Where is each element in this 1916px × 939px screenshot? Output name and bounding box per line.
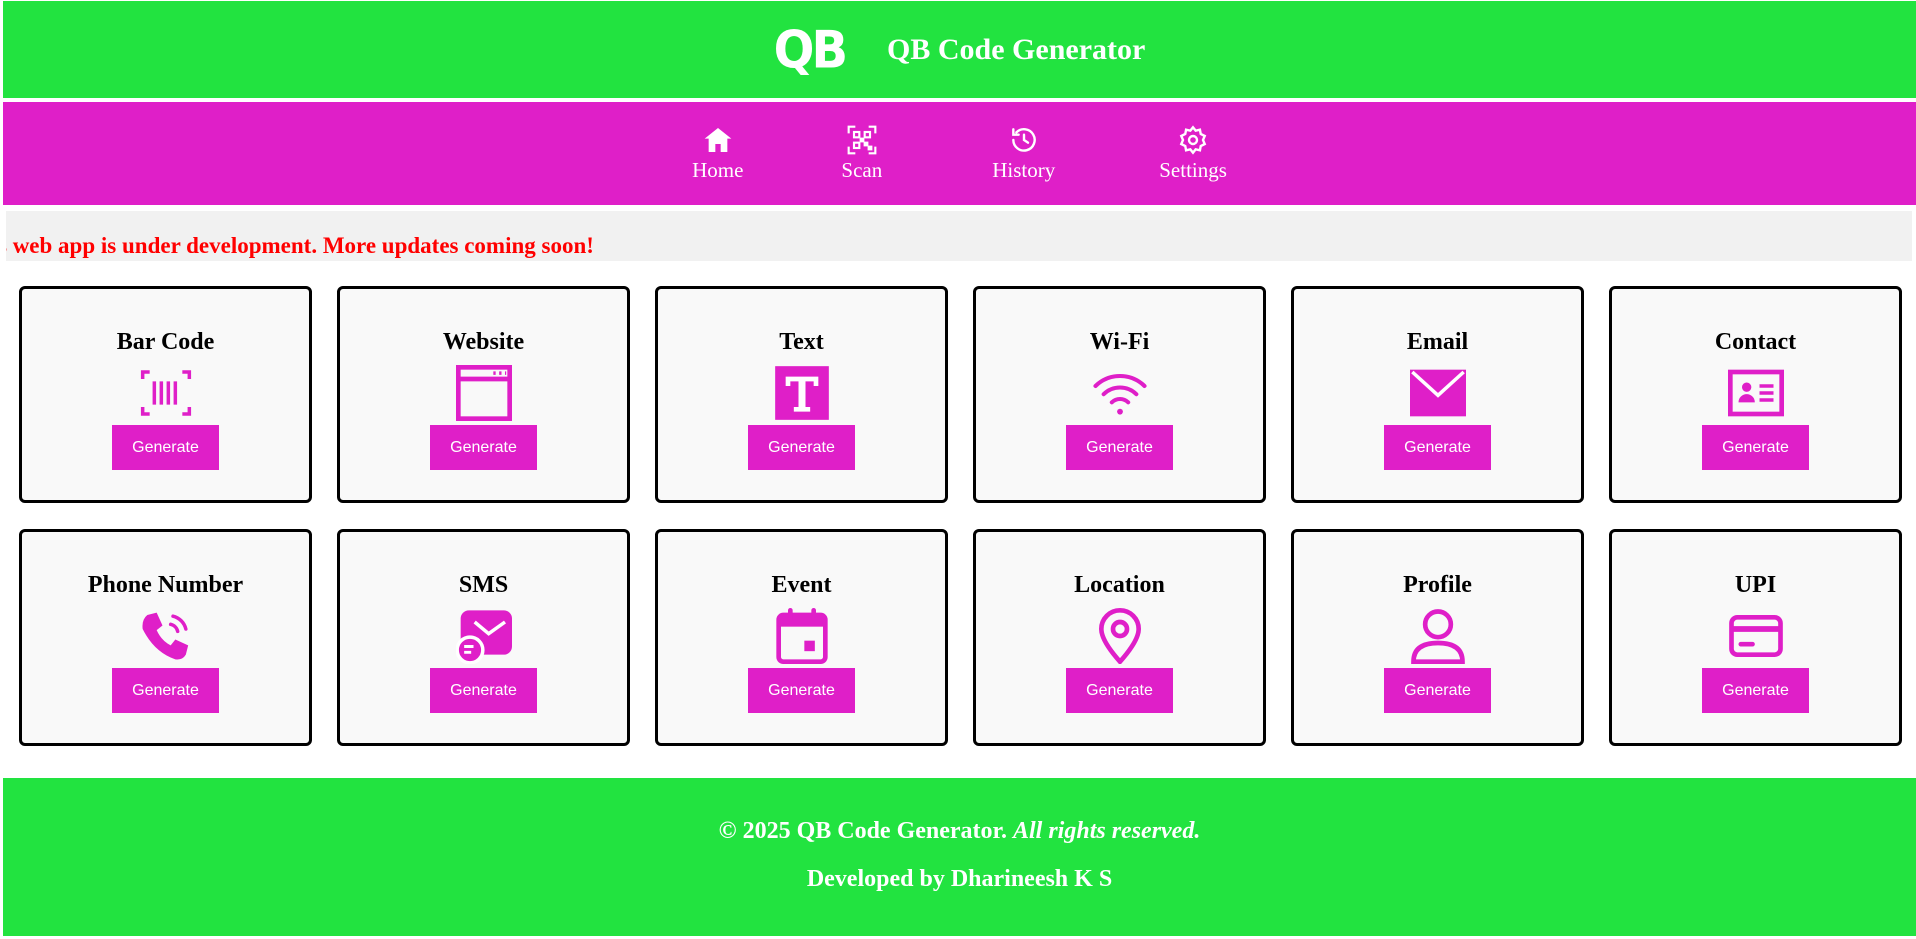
card-event: Event Generate (655, 529, 948, 746)
generate-contact-button[interactable]: Generate (1702, 425, 1809, 470)
card-contact: Contact Generate (1609, 286, 1902, 503)
generate-location-button[interactable]: Generate (1066, 668, 1173, 713)
card-text: Text Generate (655, 286, 948, 503)
footer-copyright: © 2025 QB Code Generator. (718, 818, 1007, 844)
credit-card-icon (1728, 608, 1784, 664)
text-icon (774, 365, 830, 421)
generate-sms-button[interactable]: Generate (430, 668, 537, 713)
card-title: Website (442, 329, 525, 355)
nav-item-scan[interactable]: Scan (841, 124, 882, 183)
browser-window-icon (455, 365, 512, 421)
calendar-icon (774, 608, 830, 664)
generate-profile-button[interactable]: Generate (1384, 668, 1491, 713)
app-logo[interactable]: QB (774, 19, 848, 79)
generate-upi-button[interactable]: Generate (1702, 668, 1809, 713)
generate-email-button[interactable]: Generate (1384, 425, 1491, 470)
card-title: Contact (1714, 329, 1797, 355)
card-email: Email Generate (1291, 286, 1584, 503)
generate-event-button[interactable]: Generate (748, 668, 855, 713)
nav-item-label: Settings (1159, 158, 1227, 182)
generate-website-button[interactable]: Generate (430, 425, 537, 470)
generator-grid: Bar Code Generate Website Generate Text (19, 286, 1902, 746)
nav-item-label: Scan (841, 158, 883, 182)
generate-barcode-button[interactable]: Generate (112, 425, 219, 470)
user-profile-icon (1410, 608, 1466, 664)
nav-item-home[interactable]: Home (692, 124, 743, 183)
announcement-text: s web app is under development. More upd… (6, 233, 594, 258)
card-bar-code: Bar Code Generate (19, 286, 312, 503)
envelope-icon (1409, 365, 1466, 421)
sms-icon (455, 608, 512, 664)
qr-scan-icon (847, 125, 877, 155)
card-phone-number: Phone Number Generate (19, 529, 312, 746)
generate-phone-button[interactable]: Generate (112, 668, 219, 713)
card-title: Text (779, 329, 824, 355)
card-title: SMS (458, 572, 509, 598)
footer-developer: Developed by Dharineesh K S (806, 866, 1113, 892)
card-sms: SMS Generate (337, 529, 630, 746)
card-upi: UPI Generate (1609, 529, 1902, 746)
card-location: Location Generate (973, 529, 1266, 746)
nav-item-label: Home (692, 158, 744, 182)
barcode-icon (138, 365, 194, 421)
card-title: Phone Number (87, 572, 244, 598)
app-title: QB Code Generator (887, 32, 1146, 66)
card-title: UPI (1734, 572, 1777, 598)
history-icon (1011, 128, 1036, 152)
footer-rights: All rights reserved. (1013, 818, 1201, 844)
announcement-marquee: s web app is under development. More upd… (6, 211, 1912, 261)
card-wifi: Wi-Fi Generate (973, 286, 1266, 503)
app-footer: © 2025 QB Code Generator. All rights res… (3, 778, 1916, 936)
card-title: Bar Code (116, 329, 215, 355)
phone-icon (138, 608, 194, 664)
card-profile: Profile Generate (1291, 529, 1584, 746)
generate-wifi-button[interactable]: Generate (1066, 425, 1173, 470)
card-title: Event (771, 572, 832, 598)
footer-copyright-line: © 2025 QB Code Generator. All rights res… (3, 818, 1916, 845)
nav-bar: Home Scan History Settings (3, 102, 1916, 205)
card-website: Website Generate (337, 286, 630, 503)
home-icon (704, 128, 732, 152)
generate-text-button[interactable]: Generate (748, 425, 855, 470)
gear-icon (1179, 125, 1207, 155)
card-title: Wi-Fi (1089, 329, 1150, 355)
contact-card-icon (1727, 365, 1784, 421)
card-title: Email (1406, 329, 1469, 355)
nav-item-settings[interactable]: Settings (1159, 124, 1227, 183)
location-pin-icon (1092, 608, 1148, 664)
nav-item-label: History (992, 158, 1056, 182)
card-title: Location (1074, 572, 1165, 598)
nav-item-history[interactable]: History (992, 124, 1055, 183)
wifi-icon (1092, 365, 1148, 421)
app-header: QB QB Code Generator (3, 1, 1916, 98)
card-title: Profile (1403, 572, 1472, 598)
